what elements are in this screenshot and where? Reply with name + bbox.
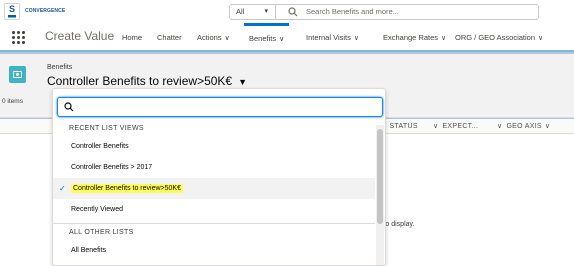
search-icon	[288, 7, 298, 17]
list-option-selected[interactable]: ✓ Controller Benefits to review>50K€	[53, 178, 375, 199]
column-header-geo-axis[interactable]: ∨ GEO AXIS ∨	[497, 119, 554, 134]
column-header-label: EXPECT...	[442, 123, 479, 130]
global-search-input[interactable]: Search Benefits and more...	[275, 4, 539, 20]
caret-down-icon: ▾	[264, 8, 268, 15]
chevron-down-icon[interactable]: ∨	[545, 123, 550, 130]
nav-item-label: ORG / GEO Association	[455, 33, 536, 42]
list-option[interactable]: All Benefits	[53, 240, 375, 261]
app-launcher-waffle-icon[interactable]	[12, 31, 26, 45]
nav-item-actions[interactable]: Actions ∨	[197, 23, 230, 52]
list-option[interactable]: Controller Benefits	[53, 136, 375, 157]
nav-item-benefits[interactable]: Benefits ∨	[244, 23, 290, 52]
list-option[interactable]: Controller Benefits > 2017	[53, 157, 375, 178]
items-count: 0 items	[2, 98, 23, 105]
column-header-label: STATUS	[389, 123, 418, 130]
chevron-down-icon[interactable]: ∨	[497, 123, 502, 130]
nav-item-label: Internal Visits	[306, 33, 351, 42]
chevron-down-icon[interactable]: ∨	[279, 36, 284, 43]
app-name: Create Value	[45, 29, 115, 43]
section-header-other: ALL OTHER LISTS	[69, 229, 134, 236]
search-icon	[64, 102, 74, 112]
nav-item-internal-visits[interactable]: Internal Visits ∨	[306, 23, 359, 52]
search-scope-select[interactable]: All ▾	[229, 4, 276, 20]
nav-item-label: Benefits	[249, 34, 277, 43]
column-header-expected[interactable]: ∨ EXPECT...	[433, 119, 478, 134]
check-icon: ✓	[59, 184, 66, 193]
object-label: Benefits	[47, 64, 73, 71]
list-option-label: Recently Viewed	[71, 206, 124, 213]
org-logo[interactable]: S	[4, 3, 20, 20]
logo-letter: S	[8, 4, 15, 14]
list-view-search-input[interactable]	[57, 97, 383, 117]
nav-item-label: Exchange Rates	[383, 33, 439, 42]
nav-item-label: Chatter	[157, 33, 182, 42]
list-view-picker[interactable]: Controller Benefits to review>50K€ ▼	[47, 74, 247, 88]
list-option[interactable]: Recently Viewed	[53, 199, 375, 220]
app-brand: CONVERGENCE	[25, 8, 66, 14]
column-header-label: GEO AXIS	[506, 123, 542, 130]
search-placeholder: Search Benefits and more...	[306, 7, 399, 16]
section-header-recent: RECENT LIST VIEWS	[69, 125, 144, 132]
list-option-label: Controller Benefits > 2017	[71, 164, 153, 171]
scrollbar-thumb[interactable]	[377, 129, 383, 224]
logo-stripe-accent	[8, 17, 16, 18]
icon-dot	[16, 73, 19, 76]
nav-item-chatter[interactable]: Chatter	[157, 23, 182, 52]
nav-item-home[interactable]: Home	[122, 23, 142, 52]
nav-item-label: Home	[122, 33, 143, 42]
section-divider	[53, 223, 375, 224]
nav-item-org-geo-association[interactable]: ORG / GEO Association ∨	[455, 23, 543, 52]
list-option-label: All Benefits	[71, 247, 107, 254]
nav-item-exchange-rates[interactable]: Exchange Rates ∨	[383, 23, 446, 52]
chevron-down-icon[interactable]: ∨	[433, 123, 438, 130]
list-option-label: Controller Benefits to review>50K€	[71, 184, 183, 193]
chevron-down-icon[interactable]: ∨	[441, 35, 446, 42]
chevron-down-icon[interactable]: ∨	[354, 35, 359, 42]
caret-down-icon: ▼	[238, 77, 248, 87]
chevron-down-icon[interactable]: ∨	[225, 35, 230, 42]
global-header: S CONVERGENCE All ▾ Search Benefits and …	[0, 0, 574, 23]
dropdown-scrollbar[interactable]	[376, 125, 384, 265]
benefits-object-icon	[9, 66, 26, 83]
app-nav-bar: Create Value Home Chatter Actions ∨ Benef…	[0, 23, 574, 52]
chevron-down-icon[interactable]: ∨	[538, 35, 543, 42]
list-view-title: Controller Benefits to review>50K€	[47, 74, 233, 88]
list-view-dropdown: RECENT LIST VIEWS Controller Benefits Co…	[52, 88, 386, 266]
search-scope-label: All	[236, 7, 245, 16]
list-option-label: Controller Benefits	[71, 143, 129, 150]
nav-item-label: Actions	[197, 33, 222, 42]
